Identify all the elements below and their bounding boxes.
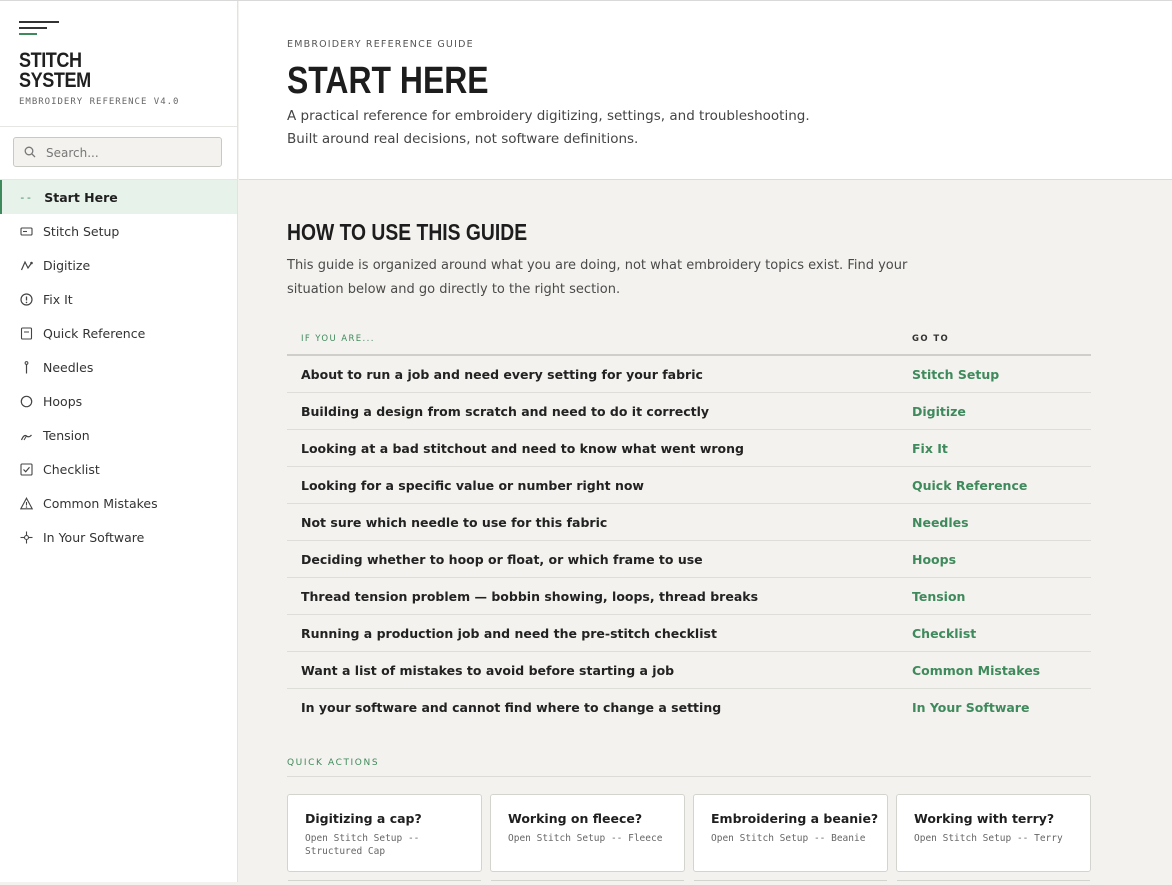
page-eyebrow: EMBROIDERY REFERENCE GUIDE [287,39,474,50]
goto-link[interactable]: Hoops [898,540,1091,578]
sidebar-item-start-here[interactable]: -- Start Here [0,180,237,214]
page-header: EMBROIDERY REFERENCE GUIDE START HERE A … [239,1,1172,180]
column-header-goto: GO TO [898,323,1091,356]
quick-action-card[interactable]: Digitizing a cap? Open Stitch Setup -- S… [287,794,482,872]
sidebar-item-hoops[interactable]: Hoops [0,384,237,418]
sidebar-item-label: In Your Software [43,529,145,545]
sidebar-item-in-your-software[interactable]: In Your Software [0,520,237,554]
brand-line-1: STITCH [19,49,82,72]
situation-cell: Looking for a specific value or number r… [287,466,898,504]
card-subtitle: Open Stitch Setup -- Fleece [508,833,663,844]
hoop-circle-icon [19,394,33,408]
pen-path-icon [19,258,33,272]
card-title: Embroidering a beanie? [711,811,879,826]
card-subtitle: Open Stitch Setup -- Beanie [711,833,866,844]
card-title: Digitizing a cap? [305,811,422,826]
active-dash-marker: -- [19,190,33,204]
document-icon [19,326,33,340]
goto-link[interactable]: Quick Reference [898,466,1091,504]
sidebar-item-label: Needles [43,359,94,375]
sidebar-item-label: Common Mistakes [43,495,158,511]
table-row: Looking for a specific value or number r… [287,466,1091,504]
sidebar-item-quick-reference[interactable]: Quick Reference [0,316,237,350]
search-icon [24,146,36,158]
sidebar-item-stitch-setup[interactable]: Stitch Setup [0,214,237,248]
quick-actions-label: QUICK ACTIONS [287,758,1091,777]
table-row: In your software and cannot find where t… [287,689,1091,726]
situation-cell: Running a production job and need the pr… [287,614,898,652]
page-intro: A practical reference for embroidery dig… [287,108,810,147]
card-subtitle: Open Stitch Setup -- Terry [914,833,1063,844]
goto-link[interactable]: In Your Software [898,689,1091,726]
situation-cell: Thread tension problem — bobbin showing,… [287,577,898,615]
quick-action-card[interactable]: Working on fleece? Open Stitch Setup -- … [490,794,685,872]
section-description: This guide is organized around what you … [287,258,908,297]
brand-subtitle: EMBROIDERY REFERENCE V4.0 [19,97,180,107]
sidebar-item-checklist[interactable]: Checklist [0,452,237,486]
brand-block: STITCH SYSTEM EMBROIDERY REFERENCE V4.0 [0,1,237,127]
situation-cell: Not sure which needle to use for this fa… [287,503,898,541]
needle-icon [19,360,33,374]
column-header-situation: IF YOU ARE... [287,323,898,356]
goto-link[interactable]: Checklist [898,614,1091,652]
quick-action-card[interactable]: Working with terry? Open Stitch Setup --… [896,794,1091,872]
sidebar-item-label: Fix It [43,291,73,307]
search-input[interactable] [44,143,218,163]
sidebar-item-label: Start Here [44,189,118,205]
table-row: About to run a job and need every settin… [287,355,1091,393]
sidebar: STITCH SYSTEM EMBROIDERY REFERENCE V4.0 … [0,1,238,882]
section-title: HOW TO USE THIS GUIDE [287,219,528,245]
goto-link[interactable]: Needles [898,503,1091,541]
situation-cell: In your software and cannot find where t… [301,699,722,715]
table-row: Looking at a bad stitchout and need to k… [287,429,1091,467]
table-row: Deciding whether to hoop or float, or wh… [287,540,1091,578]
sidebar-item-label: Hoops [43,393,83,409]
situation-cell: Want a list of mistakes to avoid before … [287,651,898,689]
checkbox-icon [19,462,33,476]
warning-triangle-icon [19,496,33,510]
sidebar-item-label: Digitize [43,257,91,273]
sidebar-item-label: Checklist [43,461,100,477]
quick-action-card[interactable]: Embroidering a beanie? Open Stitch Setup… [693,794,888,872]
tension-icon [19,428,33,442]
sidebar-item-digitize[interactable]: Digitize [0,248,237,282]
crosshair-icon [19,530,33,544]
table-header-row: IF YOU ARE... GO TO [287,323,1091,356]
sidebar-item-tension[interactable]: Tension [0,418,237,452]
sidebar-item-label: Stitch Setup [43,223,120,239]
goto-link[interactable]: Common Mistakes [898,651,1091,689]
search-area [0,127,237,180]
brand-line-2: SYSTEM [19,69,91,92]
sidebar-nav: -- Start Here Stitch Setup Digitize Fix … [0,180,237,554]
sidebar-item-common-mistakes[interactable]: Common Mistakes [0,486,237,520]
situation-cell: About to run a job and need every settin… [287,355,898,393]
search-box[interactable] [13,137,222,167]
table-row: Not sure which needle to use for this fa… [287,503,1091,541]
sidebar-item-fix-it[interactable]: Fix It [0,282,237,316]
menu-icon[interactable] [19,21,61,37]
brand-name: STITCH SYSTEM [19,49,122,92]
stitch-setup-icon [19,224,33,238]
situation-cell: Looking at a bad stitchout and need to k… [287,429,898,467]
page-title: START HERE [287,60,489,102]
quick-actions-cards: Digitizing a cap? Open Stitch Setup -- S… [287,794,1091,874]
sidebar-item-label: Quick Reference [43,325,146,341]
situation-cell: Deciding whether to hoop or float, or wh… [287,540,898,578]
card-title: Working with terry? [914,811,1055,826]
table-row: Building a design from scratch and need … [287,392,1091,430]
sidebar-item-label: Tension [43,427,90,443]
alert-circle-icon [19,292,33,306]
goto-link[interactable]: Fix It [898,429,1091,467]
guide-table: IF YOU ARE... GO TO About to run a job a… [287,323,1091,725]
goto-link[interactable]: Tension [898,577,1091,615]
card-subtitle: Open Stitch Setup -- Structured Cap [305,833,420,857]
goto-link[interactable]: Stitch Setup [898,355,1091,393]
table-row: Thread tension problem — bobbin showing,… [287,577,1091,615]
goto-link[interactable]: Digitize [898,392,1091,430]
table-row: Want a list of mistakes to avoid before … [287,651,1091,689]
sidebar-item-needles[interactable]: Needles [0,350,237,384]
card-title: Working on fleece? [508,811,643,826]
table-row: Running a production job and need the pr… [287,614,1091,652]
situation-cell: Building a design from scratch and need … [287,392,898,430]
